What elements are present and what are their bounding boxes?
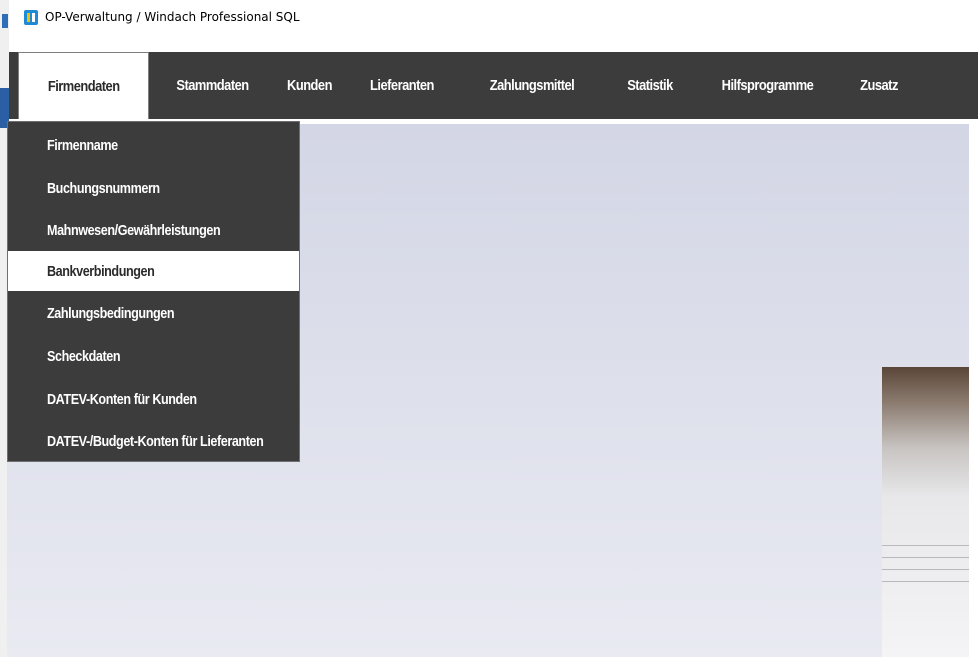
menu-item-statistik[interactable]: Statistik: [610, 52, 691, 119]
keyboard-line: [882, 557, 969, 558]
dropdown-item-label: Firmenname: [47, 136, 118, 154]
dropdown-item-mahnwesen[interactable]: Mahnwesen/Gewährleistungen: [8, 210, 299, 250]
menu-item-zusatz[interactable]: Zusatz: [844, 52, 915, 119]
keyboard-line: [882, 581, 969, 582]
dropdown-item-label: Zahlungsbedingungen: [47, 304, 175, 322]
title-bar: OP-Verwaltung / Windach Professional SQL: [9, 0, 978, 34]
dropdown-item-firmenname[interactable]: Firmenname: [8, 125, 299, 165]
keyboard-line: [882, 545, 969, 546]
dropdown-item-label: Scheckdaten: [47, 347, 121, 365]
keyboard-line: [882, 569, 969, 570]
menu-item-label: Firmendaten: [47, 77, 120, 95]
menu-item-lieferanten[interactable]: Lieferanten: [351, 52, 452, 119]
menu-item-kunden[interactable]: Kunden: [281, 52, 339, 119]
dropdown-item-datev-konten-kunden[interactable]: DATEV-Konten für Kunden: [8, 379, 299, 419]
dropdown-item-datev-budget-konten-lieferanten[interactable]: DATEV-/Budget-Konten für Lieferanten: [8, 421, 299, 461]
dropdown-item-scheckdaten[interactable]: Scheckdaten: [8, 336, 299, 376]
dropdown-item-label: Bankverbindungen: [47, 262, 155, 280]
menu-item-hilfsprogramme[interactable]: Hilfsprogramme: [707, 52, 828, 119]
menu-item-stammdaten[interactable]: Stammdaten: [158, 52, 267, 119]
app-logo-icon: [24, 9, 38, 25]
dropdown-item-label: DATEV-/Budget-Konten für Lieferanten: [47, 432, 264, 450]
dropdown-item-label: Buchungsnummern: [47, 179, 160, 197]
menu-item-firmendaten[interactable]: Firmendaten: [18, 52, 149, 119]
dropdown-item-bankverbindungen[interactable]: Bankverbindungen: [8, 251, 299, 291]
dropdown-item-label: Mahnwesen/Gewährleistungen: [47, 221, 221, 239]
dropdown-item-buchungsnummern[interactable]: Buchungsnummern: [8, 168, 299, 208]
dropdown-item-zahlungsbedingungen[interactable]: Zahlungsbedingungen: [8, 293, 299, 333]
window-title: OP-Verwaltung / Windach Professional SQL: [45, 10, 300, 24]
firmendaten-dropdown-menu: Firmenname Buchungsnummern Mahnwesen/Gew…: [7, 121, 300, 462]
menu-bar: Firmendaten Stammdaten Kunden Lieferante…: [9, 52, 978, 119]
dropdown-item-label: DATEV-Konten für Kunden: [47, 390, 197, 408]
background-window-icon: [2, 14, 8, 28]
laptop-image: [882, 367, 969, 657]
menu-item-zahlungsmittel[interactable]: Zahlungsmittel: [471, 52, 593, 119]
